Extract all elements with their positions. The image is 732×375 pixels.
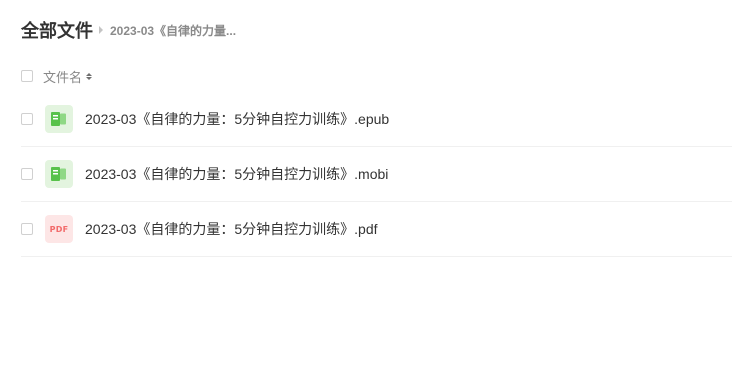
breadcrumb-all-files-link[interactable]: 全部文件 <box>21 17 93 43</box>
select-all-checkbox[interactable] <box>21 70 33 82</box>
file-name[interactable]: 2023-03《自律的力量：5分钟自控力训练》.epub <box>85 109 389 129</box>
file-name[interactable]: 2023-03《自律的力量：5分钟自控力训练》.pdf <box>85 219 378 239</box>
file-row-pdf[interactable]: PDF 2023-03《自律的力量：5分钟自控力训练》.pdf <box>21 202 732 257</box>
file-checkbox[interactable] <box>21 223 33 235</box>
file-list: 2023-03《自律的力量：5分钟自控力训练》.epub 2023-03《自律的… <box>21 92 732 257</box>
file-list-header: 文件名 <box>21 66 93 86</box>
file-name[interactable]: 2023-03《自律的力量：5分钟自控力训练》.mobi <box>85 164 388 184</box>
sort-caret-icon[interactable] <box>86 72 93 80</box>
filename-column-header[interactable]: 文件名 <box>43 67 82 86</box>
ebook-icon <box>45 105 73 133</box>
breadcrumb-current-folder: 2023-03《自律的力量... <box>110 23 237 38</box>
file-checkbox[interactable] <box>21 168 33 180</box>
breadcrumb-separator-icon <box>99 26 103 34</box>
breadcrumb: 全部文件 2023-03《自律的力量... <box>21 17 236 43</box>
file-row-epub[interactable]: 2023-03《自律的力量：5分钟自控力训练》.epub <box>21 92 732 147</box>
pdf-icon-label: PDF <box>49 224 69 234</box>
ebook-icon <box>45 160 73 188</box>
pdf-icon: PDF <box>45 215 73 243</box>
file-checkbox[interactable] <box>21 113 33 125</box>
file-row-mobi[interactable]: 2023-03《自律的力量：5分钟自控力训练》.mobi <box>21 147 732 202</box>
